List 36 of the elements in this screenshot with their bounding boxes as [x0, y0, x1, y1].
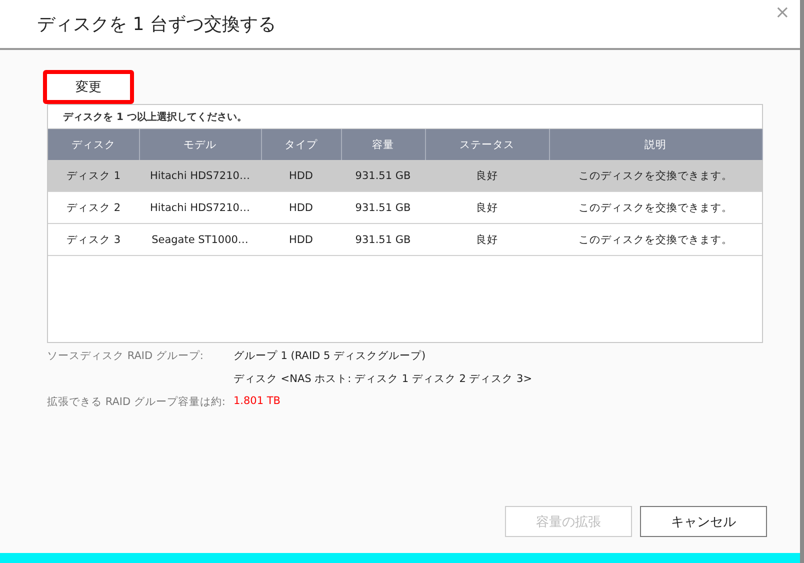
table-cell: ディスク 2 [48, 192, 139, 224]
table-row[interactable]: ディスク 2 Hitachi HDS7210… HDD 931.51 GB 良好 このディスクを交換できます。 [48, 192, 762, 224]
column-header[interactable]: タイプ [261, 129, 341, 160]
info-value: グループ 1 (RAID 5 ディスクグループ) [233, 349, 427, 363]
column-header[interactable]: 説明 [549, 129, 762, 160]
table-cell: 931.51 GB [341, 192, 425, 224]
info-label: ソースディスク RAID グループ: [47, 349, 204, 363]
table-cell: HDD [261, 224, 341, 256]
table-cell: ディスク 3 [48, 224, 139, 256]
table-cell: 良好 [425, 192, 549, 224]
table-cell: 良好 [425, 224, 549, 256]
table-cell: 良好 [425, 160, 549, 192]
column-header[interactable]: モデル [139, 129, 261, 160]
table-cell: このディスクを交換できます。 [549, 192, 762, 224]
column-header[interactable]: 容量 [341, 129, 425, 160]
table-cell: このディスクを交換できます。 [549, 160, 762, 192]
column-header[interactable]: ステータス [425, 129, 549, 160]
dialog-button[interactable]: キャンセル [640, 506, 767, 537]
info-value: 1.801 TB [233, 395, 282, 409]
table-cell: このディスクを交換できます。 [549, 224, 762, 256]
table-cell: HDD [261, 192, 341, 224]
window-title: ディスクを 1 台ずつ交換する [37, 13, 276, 36]
info-label: 拡張できる RAID グループ容量は約: [47, 395, 226, 409]
table-row[interactable]: ディスク 1 Hitachi HDS7210… HDD 931.51 GB 良好 このディスクを交換できます。 [48, 160, 762, 192]
change-button[interactable]: 変更 [43, 70, 134, 104]
table-cell: HDD [261, 160, 341, 192]
info-value: ディスク <NAS ホスト: ディスク 1 ディスク 2 ディスク 3> [233, 372, 532, 386]
table-row[interactable]: ディスク 3 Seagate ST1000… HDD 931.51 GB 良好 このディスクを交換できます。 [48, 224, 762, 256]
table-cell: 931.51 GB [341, 224, 425, 256]
close-icon[interactable]: × [774, 2, 790, 23]
table-cell: 931.51 GB [341, 160, 425, 192]
table-cell: Hitachi HDS7210… [139, 160, 261, 192]
table-cell: ディスク 1 [48, 160, 139, 192]
table-cell: Seagate ST1000… [139, 224, 261, 256]
column-header[interactable]: ディスク [48, 129, 139, 160]
table-cell: Hitachi HDS7210… [139, 192, 261, 224]
